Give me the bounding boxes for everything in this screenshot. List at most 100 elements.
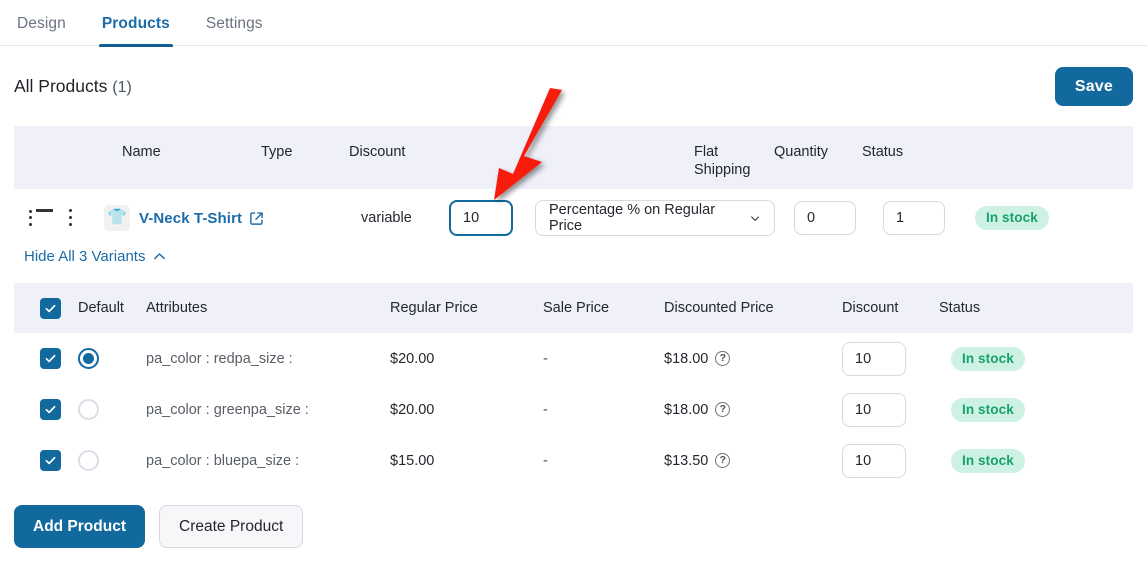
help-icon[interactable]: ? [715,402,731,417]
variant-status-cell: In stock [939,397,1109,422]
flat-shipping-input[interactable] [794,201,856,235]
variant-row: pa_color : bluepa_size : $15.00 - $13.50… [14,435,1133,486]
variant-status-badge: In stock [951,448,1025,473]
page-title: All Products (1) [14,76,132,97]
col-type: Type [261,144,293,160]
variant-discount-cell [842,392,939,427]
products-page: Design Products Settings All Products (1… [0,0,1147,566]
save-button[interactable]: Save [1054,67,1133,106]
default-radio[interactable] [78,348,99,369]
variant-regular-price: $20.00 [390,401,435,418]
variant-discounted-price-cell: $13.50 ? [664,453,842,469]
main-tabbar: Design Products Settings [0,0,1147,46]
variant-checkbox[interactable] [40,450,61,471]
variant-status-cell: In stock [939,448,1109,473]
kebab-menu-icon[interactable] [62,208,80,228]
variant-discount-input[interactable] [842,392,906,427]
col-variant-status: Status [939,300,981,316]
col-default: Default [78,300,124,316]
page-header: All Products (1) Save [0,46,1147,126]
select-all-checkbox[interactable] [40,297,61,319]
product-name-link[interactable]: V-Neck T-Shirt [139,210,242,227]
col-status: Status [862,144,904,160]
col-name: Name [122,144,161,160]
variant-status-badge: In stock [951,397,1025,422]
product-type-cell: variable [361,210,449,226]
variant-discounted-price: $18.00 [664,401,709,418]
variant-discount-cell [842,341,939,376]
variant-attributes: pa_color : redpa_size : [146,350,293,367]
variant-discount-input[interactable] [842,443,906,478]
product-discount-cell: Percentage % on Regular Price [449,200,794,236]
col-attributes: Attributes [146,300,208,316]
list-icon[interactable] [29,209,53,227]
variant-checkbox[interactable] [40,348,61,369]
hide-variants-toggle[interactable]: Hide All 3 Variants [24,248,167,265]
variant-row: pa_color : greenpa_size : $20.00 - $18.0… [14,384,1133,435]
variants-select-all-cell [14,297,66,319]
variants-table: Default Attributes Regular Price Sale Pr… [14,283,1133,486]
help-icon[interactable]: ? [715,351,731,366]
variant-status-cell: In stock [939,346,1109,371]
variant-sale-price: - [543,401,548,418]
product-row: 👕 V-Neck T-Shirt variable Percentage % o… [14,189,1133,247]
variants-table-header: Default Attributes Regular Price Sale Pr… [14,283,1133,333]
col-variant-discount: Discount [842,300,899,316]
product-status-cell: In stock [962,206,1122,230]
variant-discounted-price: $13.50 [664,452,709,469]
product-type-value: variable [361,210,412,226]
hide-variants-label: Hide All 3 Variants [24,248,146,265]
col-flat-shipping: Flat Shipping [694,144,751,178]
variant-row: pa_color : redpa_size : $20.00 - $18.00 … [14,333,1133,384]
footer-actions: Add Product Create Product [14,505,304,548]
variant-discounted-price: $18.00 [664,350,709,367]
variant-discount-input[interactable] [842,341,906,376]
variant-discounted-price-cell: $18.00 ? [664,402,842,418]
variant-select-cell [14,399,66,420]
product-name-cell: 👕 V-Neck T-Shirt [104,205,361,231]
products-table-header: Name Type Discount Flat Shipping Quantit… [14,126,1133,189]
quantity-input[interactable] [883,201,945,235]
help-icon[interactable]: ? [715,453,731,468]
tab-design[interactable]: Design [14,0,69,46]
variant-sale-price: - [543,350,548,367]
col-discounted-price: Discounted Price [664,300,774,316]
create-product-button[interactable]: Create Product [159,505,304,548]
col-quantity: Quantity [774,144,828,160]
variant-status-badge: In stock [951,346,1025,371]
discount-input[interactable] [449,200,513,236]
variant-checkbox[interactable] [40,399,61,420]
tab-products[interactable]: Products [98,0,173,46]
variant-select-cell [14,348,66,369]
page-title-text: All Products [14,76,108,96]
add-product-button[interactable]: Add Product [14,505,145,548]
row-menu-cell [62,208,104,228]
col-discount: Discount [349,144,406,160]
variant-regular-price: $15.00 [390,452,435,469]
discount-type-select[interactable]: Percentage % on Regular Price [535,200,775,236]
tab-settings[interactable]: Settings [203,0,266,46]
status-badge: In stock [975,206,1049,230]
chevron-down-icon [750,215,759,221]
tshirt-icon: 👕 [104,205,130,231]
discount-type-value: Percentage % on Regular Price [549,202,716,234]
col-sale-price: Sale Price [543,300,610,316]
variant-discounted-price-cell: $18.00 ? [664,351,842,367]
variant-sale-price: - [543,452,548,469]
variant-regular-price: $20.00 [390,350,435,367]
variant-default-cell [66,399,146,420]
variant-select-cell [14,450,66,471]
drag-handle-cell [14,209,62,227]
variant-attributes: pa_color : greenpa_size : [146,401,309,418]
external-link-icon[interactable] [249,211,264,226]
default-radio[interactable] [78,450,99,471]
flat-shipping-cell [794,201,874,235]
page-title-count: (1) [112,79,132,96]
variant-attributes: pa_color : bluepa_size : [146,452,300,469]
variant-default-cell [66,348,146,369]
chevron-up-icon [154,253,166,260]
quantity-cell [874,201,962,235]
default-radio[interactable] [78,399,99,420]
variant-discount-cell [842,443,939,478]
col-regular-price: Regular Price [390,300,478,316]
